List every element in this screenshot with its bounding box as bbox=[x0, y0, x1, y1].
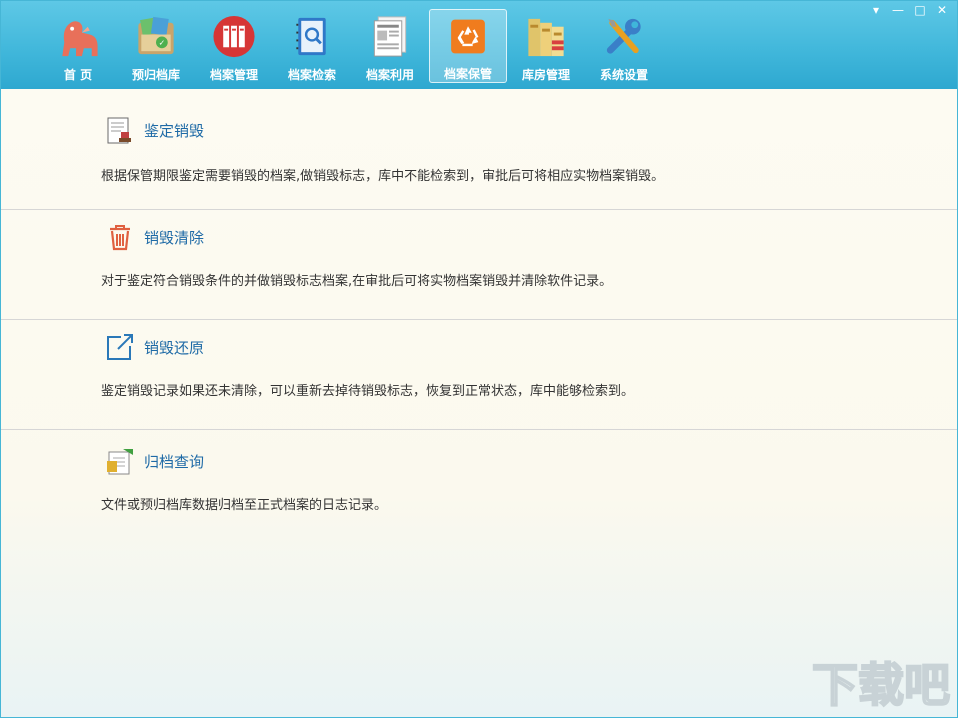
section-header[interactable]: 归档查询 bbox=[105, 446, 204, 476]
nav-settings[interactable]: 系统设置 bbox=[585, 9, 663, 83]
section-description: 对于鉴定符合销毁条件的并做销毁标志档案,在审批后可将实物档案销毁并清除软件记录。 bbox=[101, 274, 613, 289]
app-window: 首 页 ✓ 预归档库 档案管理 档案检索 档案利用 档案保管 库房管理 系统设置… bbox=[0, 0, 958, 718]
settings-tools-icon bbox=[606, 18, 641, 54]
section-description: 鉴定销毁记录如果还未清除，可以重新去掉待销毁标志，恢复到正常状态，库中能够检索到… bbox=[101, 384, 635, 399]
section-appraisal-destruction: 鉴定销毁 根据保管期限鉴定需要销毁的档案,做销毁标志，库中不能检索到，审批后可将… bbox=[1, 89, 957, 210]
section-title[interactable]: 鉴定销毁 bbox=[144, 120, 204, 141]
content-area: 鉴定销毁 根据保管期限鉴定需要销毁的档案,做销毁标志，库中不能检索到，审批后可将… bbox=[1, 89, 957, 717]
main-nav: 首 页 ✓ 预归档库 档案管理 档案检索 档案利用 档案保管 库房管理 系统设置 bbox=[39, 9, 663, 85]
svg-text:✓: ✓ bbox=[159, 38, 166, 47]
section-title[interactable]: 归档查询 bbox=[144, 451, 204, 472]
nav-archive-use[interactable]: 档案利用 bbox=[351, 9, 429, 83]
archive-query-icon bbox=[107, 449, 133, 475]
window-menu-button[interactable]: ▾ bbox=[867, 3, 885, 17]
section-header[interactable]: 销毁清除 bbox=[105, 222, 204, 252]
watermark-text: 下载吧 bbox=[812, 658, 950, 712]
archive-use-icon bbox=[373, 16, 407, 57]
window-close-button[interactable]: ✕ bbox=[933, 3, 951, 17]
warehouse-icon bbox=[528, 18, 564, 57]
section-title[interactable]: 销毁清除 bbox=[144, 227, 204, 248]
nav-label: 档案检索 bbox=[287, 68, 336, 82]
section-description: 根据保管期限鉴定需要销毁的档案,做销毁标志，库中不能检索到，审批后可将相应实物档… bbox=[101, 169, 665, 184]
nav-label: 档案利用 bbox=[365, 68, 414, 82]
nav-label: 系统设置 bbox=[599, 68, 648, 82]
nav-label: 首 页 bbox=[63, 68, 93, 82]
archive-search-icon bbox=[296, 17, 326, 56]
window-controls: ▾ — □ ✕ bbox=[867, 3, 951, 17]
archive-management-icon bbox=[213, 15, 255, 58]
home-dinosaur-icon bbox=[62, 21, 98, 57]
top-toolbar: 首 页 ✓ 预归档库 档案管理 档案检索 档案利用 档案保管 库房管理 系统设置… bbox=[1, 1, 957, 89]
restore-icon bbox=[107, 334, 133, 360]
nav-archive-keeping[interactable]: 档案保管 bbox=[429, 9, 507, 83]
nav-warehouse[interactable]: 库房管理 bbox=[507, 9, 585, 83]
watermark-logo: 下载吧 bbox=[811, 657, 951, 713]
section-header[interactable]: 销毁还原 bbox=[105, 332, 204, 362]
section-destruction-clear: 销毁清除 对于鉴定符合销毁条件的并做销毁标志档案,在审批后可将实物档案销毁并清除… bbox=[1, 210, 957, 320]
nav-archive-management[interactable]: 档案管理 bbox=[195, 9, 273, 83]
appraisal-stamp-icon bbox=[107, 117, 131, 144]
nav-pre-archive[interactable]: ✓ 预归档库 bbox=[117, 9, 195, 83]
section-title[interactable]: 销毁还原 bbox=[144, 337, 204, 358]
pre-archive-icon: ✓ bbox=[138, 16, 174, 55]
window-minimize-button[interactable]: — bbox=[889, 3, 907, 17]
section-header[interactable]: 鉴定销毁 bbox=[105, 115, 204, 145]
nav-archive-search[interactable]: 档案检索 bbox=[273, 9, 351, 83]
window-maximize-button[interactable]: □ bbox=[911, 3, 929, 17]
section-description: 文件或预归档库数据归档至正式档案的日志记录。 bbox=[101, 498, 388, 513]
nav-label: 库房管理 bbox=[521, 68, 570, 82]
archive-keeping-icon bbox=[451, 19, 485, 54]
section-destruction-restore: 销毁还原 鉴定销毁记录如果还未清除，可以重新去掉待销毁标志，恢复到正常状态，库中… bbox=[1, 320, 957, 430]
nav-label: 档案保管 bbox=[443, 67, 492, 81]
trash-icon bbox=[110, 225, 130, 251]
nav-label: 预归档库 bbox=[131, 68, 180, 82]
nav-label: 档案管理 bbox=[209, 68, 258, 82]
nav-home[interactable]: 首 页 bbox=[39, 9, 117, 83]
